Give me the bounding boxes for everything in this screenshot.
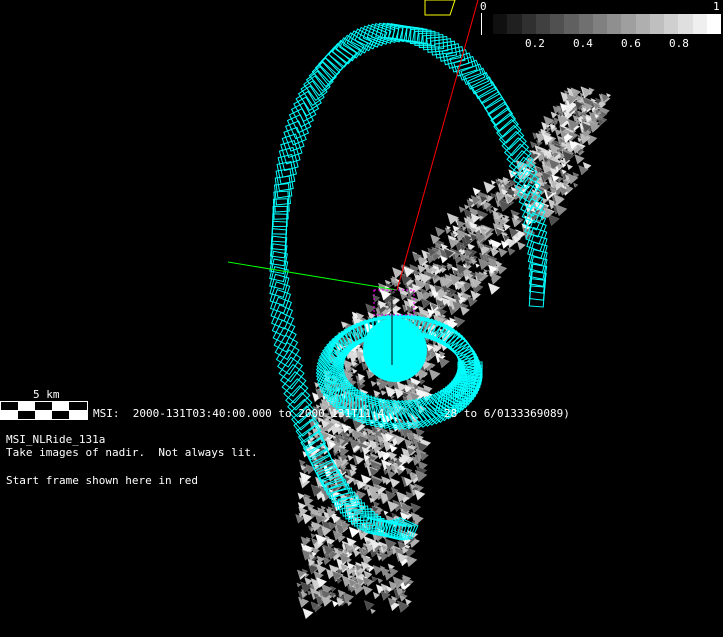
- scale-bar: [0, 401, 88, 420]
- colorbar-tick: 0.6: [621, 37, 641, 50]
- colorbar-tick: 0.2: [525, 37, 545, 50]
- sequence-description: Take images of nadir. Not always lit.: [6, 446, 258, 459]
- colorbar-swatch: [607, 14, 622, 34]
- colorbar-swatch: [635, 14, 650, 34]
- colorbar-swatch: [649, 14, 664, 34]
- colorbar-swatch: [592, 14, 607, 34]
- colorbar-swatch: [706, 14, 721, 34]
- colorbar-tick: 0.4: [573, 37, 593, 50]
- colorbar-max-label: 1: [713, 0, 720, 13]
- colorbar-tick: 0.8: [669, 37, 689, 50]
- colorbar-min-label: 0: [480, 0, 487, 13]
- colorbar-swatch: [550, 14, 565, 34]
- colorbar-swatch: [535, 14, 550, 34]
- colorbar-swatch: [692, 14, 707, 34]
- visualization-viewport[interactable]: 0 1 0.2 0.4 0.6 0.8 5 km MSI: 2000-131T0…: [0, 0, 723, 637]
- colorbar-swatch: [578, 14, 593, 34]
- colorbar-swatch: [564, 14, 579, 34]
- start-frame-note: Start frame shown here in red: [6, 474, 199, 487]
- colorbar-swatch: [678, 14, 693, 34]
- scale-bar-label: 5 km: [33, 388, 60, 401]
- colorbar-swatch: [521, 14, 536, 34]
- footprint-cluster: [363, 318, 427, 382]
- spacecraft-marker: [424, 0, 456, 16]
- colorbar-axis: [481, 13, 482, 35]
- colorbar-swatch: [507, 14, 522, 34]
- colorbar-swatch: [621, 14, 636, 34]
- sequence-name: MSI_NLRide_131a: [6, 433, 106, 446]
- msi-time-range: MSI: 2000-131T03:40:00.000 to 2000-131T1…: [93, 407, 385, 420]
- x-axis-line: [227, 261, 398, 291]
- colorbar-swatch: [493, 14, 508, 34]
- colorbar-swatch: [664, 14, 679, 34]
- colorbar: [493, 14, 721, 34]
- asteroid-3d-scene: [227, 0, 612, 620]
- msi-frame-range: 28 to 6/0133369089): [444, 407, 570, 420]
